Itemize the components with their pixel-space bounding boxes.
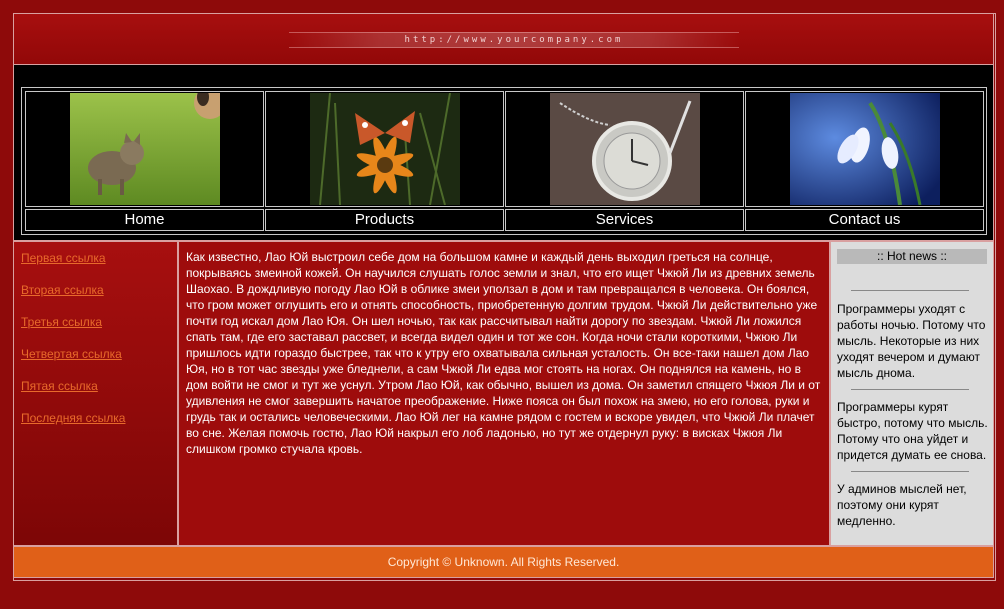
news-item-3: У админов мыслей нет, поэтому они курят … bbox=[837, 482, 967, 528]
hot-news-panel: :: Hot news :: Программеры уходят с рабо… bbox=[830, 241, 994, 546]
nav-services[interactable]: Services bbox=[505, 209, 744, 231]
sidebar-link-4[interactable]: Четвертая ссылка bbox=[21, 347, 177, 370]
snowdrop-photo bbox=[789, 93, 940, 205]
nav-home[interactable]: Home bbox=[25, 209, 264, 231]
main-content: Как известно, Лао Юй выстроил себе дом н… bbox=[178, 241, 830, 546]
company-url: http://www.yourcompany.com bbox=[289, 32, 739, 48]
pocket-watch-photo bbox=[549, 93, 700, 205]
hot-news-title: :: Hot news :: bbox=[837, 249, 987, 264]
sidebar-link-5[interactable]: Пятая ссылка bbox=[21, 379, 177, 402]
nav-contact-us[interactable]: Contact us bbox=[745, 209, 984, 231]
news-item-1: Программеры уходят с работы ночью. Потом… bbox=[837, 302, 986, 380]
sidebar-link-last[interactable]: Последняя ссылка bbox=[21, 411, 177, 434]
nav-products[interactable]: Products bbox=[265, 209, 504, 231]
thumb-contact[interactable] bbox=[745, 91, 984, 207]
header: http://www.yourcompany.com bbox=[13, 13, 994, 65]
news-item-2: Программеры курят быстро, потому что мыс… bbox=[837, 400, 988, 462]
kitten-photo bbox=[69, 93, 220, 205]
sidebar-link-2[interactable]: Вторая ссылка bbox=[21, 283, 177, 306]
image-gallery: Home Products Services Contact us bbox=[13, 64, 994, 241]
thumb-home[interactable] bbox=[25, 91, 264, 207]
sidebar-link-3[interactable]: Третья ссылка bbox=[21, 315, 177, 338]
footer-copyright: Copyright © Unknown. All Rights Reserved… bbox=[13, 546, 994, 578]
sidebar-link-1[interactable]: Первая ссылка bbox=[21, 251, 177, 274]
sidebar: Первая ссылка Вторая ссылка Третья ссылк… bbox=[13, 241, 178, 546]
article-text: Как известно, Лао Юй выстроил себе дом н… bbox=[186, 250, 821, 456]
thumb-products[interactable] bbox=[265, 91, 504, 207]
thumb-services[interactable] bbox=[505, 91, 744, 207]
gallery-inner: Home Products Services Contact us bbox=[21, 87, 987, 235]
butterfly-photo bbox=[309, 93, 460, 205]
